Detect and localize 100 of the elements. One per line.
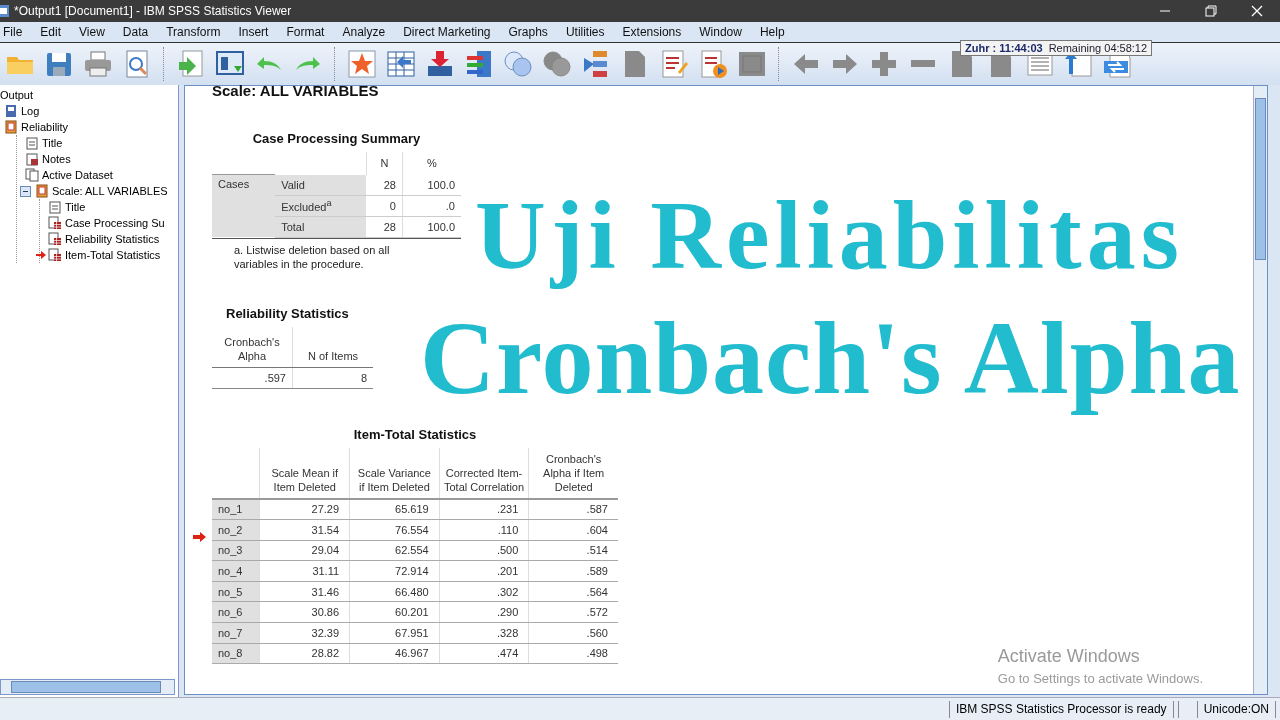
column-header: N of Items [292,326,373,367]
tree-item[interactable]: Title [65,201,86,213]
row-label: no_1 [212,498,260,520]
table-cell: .498 [528,643,618,664]
tree-item[interactable]: Scale: ALL VARIABLES [52,185,168,197]
row-label: Total [275,216,367,237]
menu-item[interactable]: File [0,25,32,39]
table-cell: 29.04 [259,540,350,561]
overlay-title: Uji Reliabilitas [475,180,1184,291]
table-cell: .587 [528,498,618,520]
status-text: IBM SPSS Statistics Processor is ready [948,700,1174,718]
table-cell: .560 [528,622,618,644]
table-title: Reliability Statistics [225,305,350,321]
table-cell: 30.86 [259,601,350,623]
row-label: no_7 [212,622,260,644]
table-cell: 60.201 [349,601,440,623]
table-cell: 65.619 [349,498,440,520]
prayer-time: Zuhr : 11:44:03 [965,42,1043,54]
table-cell: 62.554 [349,540,440,561]
column-header: Scale Mean if Item Deleted [259,447,350,499]
table-cell: .589 [528,560,618,582]
book-icon [4,120,18,134]
table-cell: 32.39 [259,622,350,644]
menu-item[interactable]: Window [690,25,751,39]
menu-item[interactable]: Insert [229,25,278,39]
table-cell: 31.46 [259,581,350,602]
table-cell: .474 [439,643,529,664]
menu-item[interactable]: Transform [157,25,230,39]
table-cell: 67.951 [349,622,440,644]
tree-item[interactable]: Active Dataset [42,169,113,181]
menu-item[interactable]: View [70,25,114,39]
menu-item[interactable]: Extensions [613,25,691,39]
table-cell: 28 [366,216,403,237]
table-cell: 31.54 [259,519,350,541]
tree-item[interactable]: Reliability [21,121,69,133]
menu-item[interactable]: Analyze [333,25,395,39]
table-cell: 76.554 [349,519,440,541]
row-label: no_3 [212,540,260,561]
tree-item[interactable]: Title [42,137,63,149]
row-label: Excluded$^{a}$ [275,195,367,216]
document-icon [48,200,62,214]
table-cell: 31.11 [259,560,350,582]
menu-item[interactable]: Utilities [556,25,614,39]
activation-text: Go to Settings to activate Windows. [997,671,1203,686]
table-icon [48,216,62,230]
table-icon [48,248,62,262]
table-cell: 28.82 [259,643,350,664]
menu-item[interactable]: Direct Marketing [394,25,500,39]
remaining-time: Remaining 04:58:12 [1048,42,1148,54]
table-cell: 66.480 [349,581,440,602]
section-heading: Scale: ALL VARIABLES [212,82,380,99]
row-label: no_5 [212,581,260,602]
row-label: Valid [275,174,367,195]
menu-item[interactable]: Graphs [499,25,557,39]
column-header: N [366,152,403,175]
column-header: % [402,152,461,175]
status-text: Unicode:ON [1196,700,1276,718]
menu-item[interactable]: Format [277,25,334,39]
tree-root[interactable]: Output [0,89,34,101]
column-header: Cronbach's Alpha if Item Deleted [528,447,618,499]
circles-icon[interactable] [502,48,534,80]
collapse-toggle[interactable] [20,185,31,197]
tree-item[interactable]: Item-Total Statistics [65,249,161,261]
table-icon[interactable] [385,48,417,80]
printer-icon[interactable] [82,48,114,80]
book-icon [35,184,49,198]
row-label: no_8 [212,643,260,664]
row-label: no_6 [212,601,260,623]
menu-item[interactable]: Help [750,25,794,39]
table-cell: .500 [439,540,529,561]
table-cell: 8 [292,367,373,388]
table-title: Item-Total Statistics [352,426,478,442]
document-icon [25,168,39,182]
menu-item[interactable]: Data [113,25,158,39]
menu-item[interactable]: Edit [31,25,71,39]
overlay-title: Cronbach's Alpha [420,299,1241,417]
table-cell: .0 [402,195,461,216]
row-label: no_2 [212,519,260,541]
table-cell: 28 [366,174,403,195]
row-group-label: Cases [212,174,276,237]
table-cell: 100.0 [402,216,461,237]
tree-item[interactable]: Log [21,105,40,117]
tree-item[interactable]: Case Processing Su [65,217,165,229]
document-icon [25,152,39,166]
tree-item[interactable]: Reliability Statistics [65,233,160,245]
row-label: no_4 [212,560,260,582]
table-cell: .110 [439,519,529,541]
table-icon [48,232,62,246]
table-cell: .302 [439,581,529,602]
column-header: Corrected Item-Total Correlation [439,447,529,499]
table-cell: 46.967 [349,643,440,664]
vertical-scrollbar[interactable] [1253,86,1267,694]
column-header: Cronbach's Alpha [212,326,293,367]
tree-item[interactable]: Notes [42,153,71,165]
horizontal-scrollbar[interactable] [0,679,175,695]
table-cell: .328 [439,622,529,644]
table-cell: 72.914 [349,560,440,582]
table-cell: .572 [528,601,618,623]
table-cell: .201 [439,560,529,582]
table-cell: .597 [212,367,293,388]
